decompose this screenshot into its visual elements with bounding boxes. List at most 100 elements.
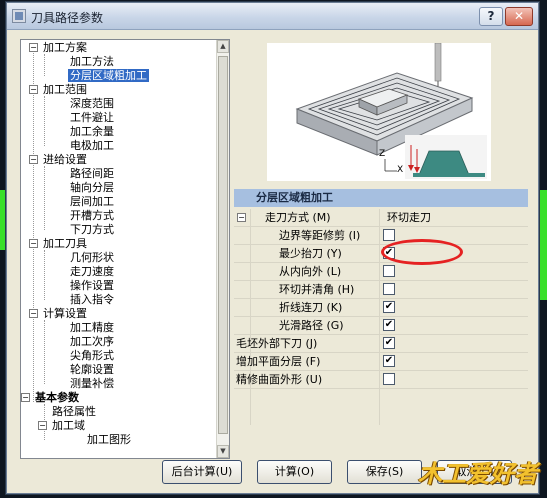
- property-row-finish-contour[interactable]: 精修曲面外形 (U): [234, 371, 528, 388]
- property-value[interactable]: 环切走刀: [387, 209, 431, 226]
- property-name: 边界等距修剪 (I): [279, 229, 361, 242]
- tree-node-label: 路径间距: [70, 167, 114, 180]
- tree-line: [33, 46, 34, 402]
- tree-node-label: 加工方案: [43, 41, 87, 54]
- collapse-icon[interactable]: −: [29, 155, 38, 164]
- collapse-icon[interactable]: −: [29, 85, 38, 94]
- grid-line: [234, 388, 528, 389]
- tree-node-label: 几何形状: [70, 251, 114, 264]
- annotation-highlight-ellipse: [381, 239, 463, 265]
- tree-node-label: 电极加工: [70, 139, 114, 152]
- tree-node-geometry[interactable]: 几何形状: [70, 251, 114, 265]
- property-name: 最少抬刀 (Y): [279, 247, 342, 260]
- tree-node-label: 进给设置: [43, 153, 87, 166]
- save-button[interactable]: 保存(S): [347, 460, 422, 484]
- tree-node-workpiece-avoid[interactable]: 工件避让: [70, 111, 114, 125]
- checkbox[interactable]: [383, 229, 395, 241]
- tree-node-contour[interactable]: 轮廓设置: [70, 363, 114, 377]
- tree-node-label: 尖角形式: [70, 349, 114, 362]
- tree-node-slotting[interactable]: 开槽方式: [70, 209, 114, 223]
- axis-z-label: Z: [379, 149, 386, 159]
- collapse-icon[interactable]: −: [237, 213, 246, 222]
- section-header: 分层区域粗加工: [234, 189, 528, 207]
- tree-node-interlayer[interactable]: 层间加工: [70, 195, 114, 209]
- property-name: 折线连刀 (K): [279, 301, 343, 314]
- tree-node-allowance[interactable]: 加工余量: [70, 125, 114, 139]
- tree-node-measure-comp[interactable]: 测量补偿: [70, 377, 114, 391]
- collapse-icon[interactable]: −: [38, 421, 47, 430]
- property-row-inside-out[interactable]: 从内向外 (L): [234, 263, 528, 280]
- scroll-down-icon[interactable]: ▼: [217, 445, 229, 458]
- property-row-polyline-link[interactable]: 折线连刀 (K) ✔: [234, 299, 528, 316]
- tree-node-label: 深度范围: [70, 97, 114, 110]
- tree-line: [44, 166, 45, 230]
- tree-node-path-spacing[interactable]: 路径间距: [70, 167, 114, 181]
- scroll-up-icon[interactable]: ▲: [217, 40, 229, 53]
- tree-node-label: 计算设置: [43, 307, 87, 320]
- tree-node-label: 轮廓设置: [70, 363, 114, 376]
- property-row-outer-plunge[interactable]: 毛坯外部下刀 (J) ✔: [234, 335, 528, 352]
- tree-line: [44, 96, 45, 146]
- tree-node-order[interactable]: 加工次序: [70, 335, 114, 349]
- tree-node-label: 插入指令: [70, 293, 114, 306]
- collapse-icon[interactable]: −: [21, 393, 30, 402]
- property-row-boundary-trim[interactable]: 边界等距修剪 (I): [234, 227, 528, 244]
- checkbox[interactable]: [383, 265, 395, 277]
- tree-node-label: 操作设置: [70, 279, 114, 292]
- collapse-icon[interactable]: −: [29, 309, 38, 318]
- tree-node-label: 下刀方式: [70, 223, 114, 236]
- toolpath-params-dialog: 刀具路径参数 ? ✕ − 加工方案 加工方法 分层区域粗加工 − 加工范围 深度…: [6, 2, 539, 494]
- tree-node-label: 加工精度: [70, 321, 114, 334]
- property-row-ring-corner[interactable]: 环切并清角 (H): [234, 281, 528, 298]
- tree-node-layered-area-rough[interactable]: 分层区域粗加工: [68, 69, 149, 83]
- tree-node-axial-layers[interactable]: 轴向分层: [70, 181, 114, 195]
- tree-node-label: 加工方法: [70, 55, 114, 68]
- property-row-cut-mode[interactable]: − 走刀方式 (M) 环切走刀: [234, 209, 528, 226]
- property-name: 精修曲面外形 (U): [236, 373, 323, 386]
- tree-node-depth-range[interactable]: 深度范围: [70, 97, 114, 111]
- tree-node-label: 走刀速度: [70, 265, 114, 278]
- collapse-icon[interactable]: −: [29, 239, 38, 248]
- background-calc-button[interactable]: 后台计算(U): [162, 460, 242, 484]
- tree-node-electrode[interactable]: 电极加工: [70, 139, 114, 153]
- tree-node-label: 层间加工: [70, 195, 114, 208]
- property-name: 从内向外 (L): [279, 265, 342, 278]
- tree-node-plunge[interactable]: 下刀方式: [70, 223, 114, 237]
- tree-node-machining-method[interactable]: 加工方法: [70, 55, 114, 69]
- checkbox[interactable]: [383, 283, 395, 295]
- tree-node-label: 路径属性: [52, 405, 96, 418]
- tree-node-label: 加工刀具: [43, 237, 87, 250]
- tree-node-operation[interactable]: 操作设置: [70, 279, 114, 293]
- parameter-tree[interactable]: − 加工方案 加工方法 分层区域粗加工 − 加工范围 深度范围 工件避让 加工余…: [20, 39, 230, 459]
- tree-node-corner[interactable]: 尖角形式: [70, 349, 114, 363]
- toolpath-preview-svg: [295, 42, 487, 179]
- tree-node-feed-speed[interactable]: 走刀速度: [70, 265, 114, 279]
- window-title: 刀具路径参数: [31, 11, 104, 25]
- axis-x-label: X: [397, 165, 404, 175]
- calc-button[interactable]: 计算(O): [257, 460, 332, 484]
- tree-node-machining-graphic[interactable]: 加工图形: [87, 433, 131, 447]
- tree-node-insert-cmd[interactable]: 插入指令: [70, 293, 114, 307]
- tree-node-precision[interactable]: 加工精度: [70, 321, 114, 335]
- close-button[interactable]: ✕: [505, 7, 533, 26]
- help-button[interactable]: ?: [479, 7, 503, 26]
- checkbox-checked[interactable]: ✔: [383, 355, 395, 367]
- tree-line: [44, 54, 45, 76]
- tree-node-label: 加工余量: [70, 125, 114, 138]
- title-bar[interactable]: 刀具路径参数 ? ✕: [7, 3, 538, 30]
- tree-node-label: 加工次序: [70, 335, 114, 348]
- tree-node-label: 加工域: [52, 419, 85, 432]
- tree-node-path-attr[interactable]: 路径属性: [52, 405, 96, 419]
- checkbox[interactable]: [383, 373, 395, 385]
- property-row-smooth-path[interactable]: 光滑路径 (G) ✔: [234, 317, 528, 334]
- checkbox-checked[interactable]: ✔: [383, 337, 395, 349]
- checkbox-checked[interactable]: ✔: [383, 301, 395, 313]
- tree-node-label: 测量补偿: [70, 377, 114, 390]
- tree-node-label: 轴向分层: [70, 181, 114, 194]
- checkbox-checked[interactable]: ✔: [383, 319, 395, 331]
- scroll-thumb[interactable]: [218, 56, 228, 434]
- tree-node-label: 基本参数: [35, 391, 79, 404]
- property-row-add-plane-layer[interactable]: 增加平面分层 (F) ✔: [234, 353, 528, 370]
- tree-scrollbar[interactable]: ▲ ▼: [216, 40, 229, 458]
- collapse-icon[interactable]: −: [29, 43, 38, 52]
